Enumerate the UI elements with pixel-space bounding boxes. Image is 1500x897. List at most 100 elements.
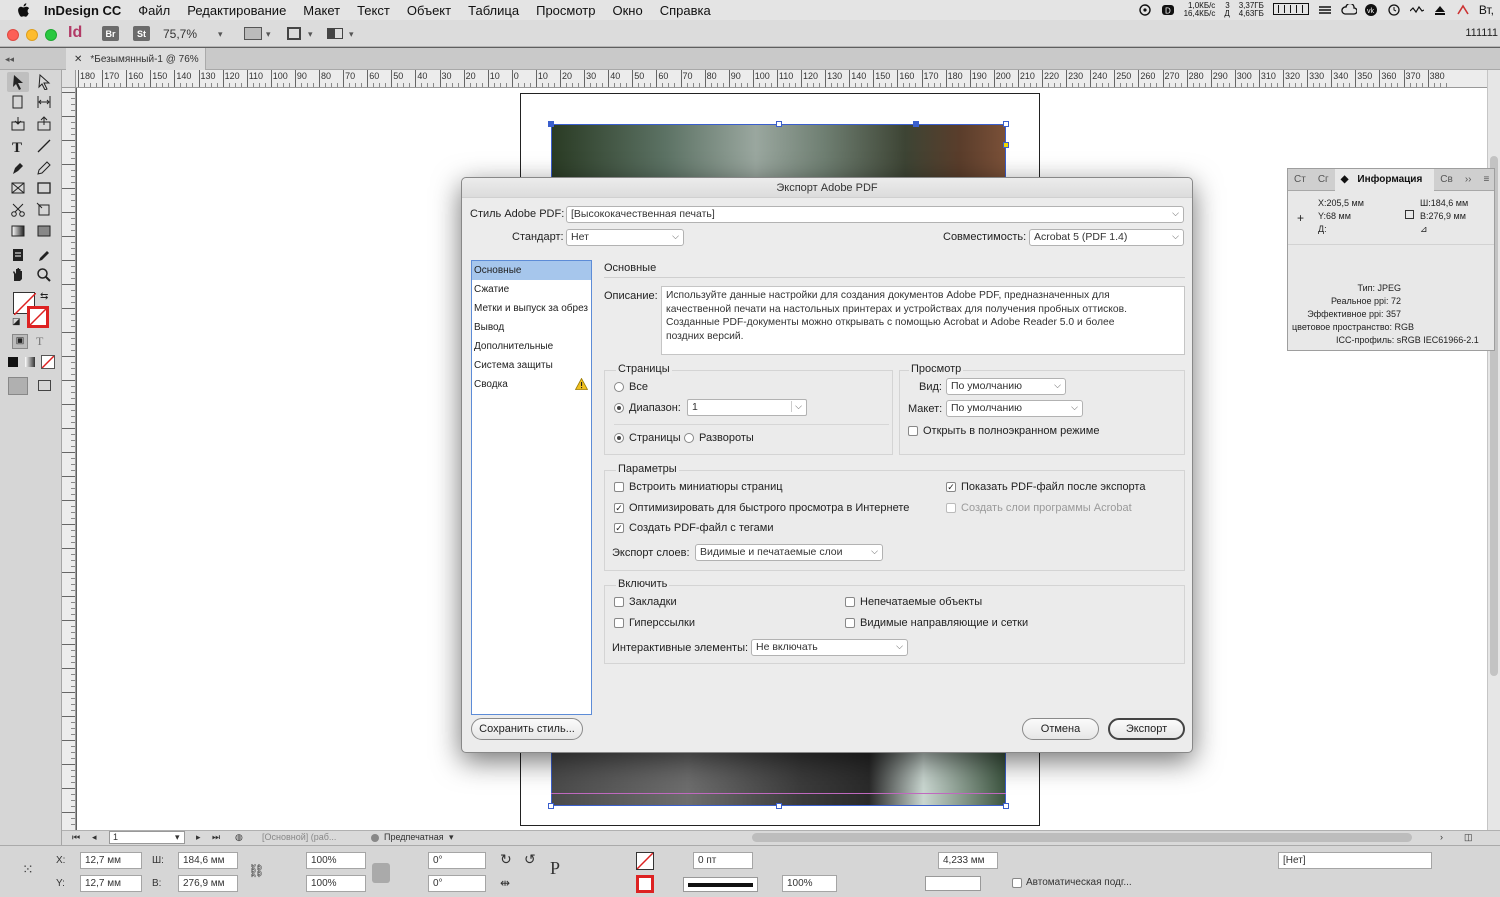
horizontal-scroll-thumb[interactable]: [752, 833, 1412, 842]
export-button[interactable]: Экспорт: [1108, 718, 1185, 740]
collapse-panel-icon[interactable]: ◂◂: [5, 54, 14, 65]
rectangle-frame-tool-icon[interactable]: [7, 178, 29, 198]
height-field[interactable]: 276,9 мм: [178, 875, 238, 892]
pages-mode-radio[interactable]: Страницы: [614, 432, 681, 444]
close-window-button[interactable]: [7, 29, 19, 41]
optimize-web-checkbox[interactable]: ✓ Оптимизировать для быстрого просмотра в…: [614, 502, 909, 514]
reference-point-icon[interactable]: ⁙: [22, 861, 40, 879]
nonprinting-objects-checkbox[interactable]: Непечатаемые объекты: [845, 596, 982, 608]
first-page-icon[interactable]: ⏮: [72, 832, 80, 843]
maximize-window-button[interactable]: [45, 29, 57, 41]
close-tab-icon[interactable]: ✕: [74, 54, 82, 65]
frame-handle[interactable]: [548, 803, 554, 809]
bookmarks-checkbox[interactable]: Закладки: [614, 596, 677, 608]
apple-icon[interactable]: [14, 0, 32, 20]
nav-item-advanced[interactable]: Дополнительные: [472, 337, 591, 356]
pen-tool-icon[interactable]: [7, 158, 29, 178]
lastpass-icon[interactable]: [1456, 4, 1470, 16]
object-style-field[interactable]: [Нет]: [1278, 852, 1432, 869]
selection-tool-icon[interactable]: [7, 72, 29, 92]
formatting-container-icon[interactable]: ▣: [12, 334, 28, 349]
cloud-icon[interactable]: [1341, 2, 1358, 16]
arrange-dropdown-icon[interactable]: ▾: [349, 29, 354, 40]
y-field[interactable]: 12,7 мм: [80, 875, 142, 892]
preflight-dropdown-icon[interactable]: ▾: [449, 832, 454, 843]
compatibility-select[interactable]: Acrobat 5 (PDF 1.4) ⌵: [1029, 229, 1184, 246]
direct-selection-tool-icon[interactable]: [33, 72, 55, 92]
clock-icon[interactable]: [1387, 4, 1401, 16]
ruler-origin[interactable]: [62, 70, 76, 88]
view-after-export-checkbox[interactable]: ✓ Показать PDF-файл после экспорта: [946, 481, 1145, 493]
panel-tab-4[interactable]: Св: [1434, 174, 1459, 185]
width-field[interactable]: 184,6 мм: [178, 852, 238, 869]
menu-help[interactable]: Справка: [660, 3, 711, 18]
gradient-feather-tool-icon[interactable]: [33, 221, 55, 241]
stock-button[interactable]: St: [133, 26, 150, 41]
nav-item-output[interactable]: Вывод: [472, 318, 591, 337]
panel-tab-2[interactable]: Сг: [1312, 174, 1335, 185]
menu-table[interactable]: Таблица: [468, 3, 519, 18]
page-tool-icon[interactable]: [7, 92, 29, 112]
screen-mode-icon[interactable]: [287, 27, 301, 40]
menu-edit[interactable]: Редактирование: [187, 3, 286, 18]
line-tool-icon[interactable]: [33, 136, 55, 156]
hand-tool-icon[interactable]: [7, 265, 29, 285]
bridge-button[interactable]: Br: [102, 26, 119, 41]
d-app-icon[interactable]: D: [1161, 4, 1175, 16]
zoom-dropdown-icon[interactable]: ▾: [218, 29, 223, 40]
frame-handle[interactable]: [776, 121, 782, 127]
free-transform-tool-icon[interactable]: [33, 200, 55, 220]
last-page-icon[interactable]: ⏭: [212, 832, 220, 843]
stroke-swatch[interactable]: [27, 306, 49, 328]
swap-colors-icon[interactable]: ⇆: [40, 291, 48, 302]
split-view-icon[interactable]: ◫: [1464, 832, 1473, 843]
frame-handle[interactable]: [548, 121, 554, 127]
x-field[interactable]: 12,7 мм: [80, 852, 142, 869]
frame-handle[interactable]: [1003, 121, 1009, 127]
page-dropdown-icon[interactable]: ▾: [175, 832, 180, 843]
open-page-icon[interactable]: ◍: [235, 832, 243, 843]
nav-item-marks-bleeds[interactable]: Метки и выпуск за обрез: [472, 299, 591, 318]
vk-icon[interactable]: vk: [1364, 4, 1378, 16]
menu-app-name[interactable]: InDesign CC: [44, 3, 121, 18]
arrange-documents-icon[interactable]: [327, 28, 343, 39]
panel-expand-icon[interactable]: ››: [1459, 174, 1478, 185]
pages-range-radio[interactable]: Диапазон:: [614, 402, 681, 414]
text-p-icon[interactable]: P: [550, 858, 560, 879]
activity-icon[interactable]: [1409, 4, 1425, 16]
pencil-tool-icon[interactable]: [33, 158, 55, 178]
hyperlinks-checkbox[interactable]: Гиперссылки: [614, 617, 695, 629]
broadcast-icon[interactable]: [1138, 4, 1152, 16]
page-number-field[interactable]: 1: [109, 831, 185, 844]
menu-file[interactable]: Файл: [138, 3, 170, 18]
pages-all-radio[interactable]: Все: [614, 381, 648, 393]
type-tool-icon[interactable]: T: [7, 136, 29, 156]
frame-handle[interactable]: [913, 121, 919, 127]
nav-item-summary[interactable]: Сводка: [472, 375, 591, 394]
scissors-tool-icon[interactable]: [7, 200, 29, 220]
rotate-ccw-icon[interactable]: ↺: [524, 851, 536, 868]
panel-menu-icon[interactable]: ≡: [1478, 174, 1496, 185]
rotate-cw-icon[interactable]: ↻: [500, 851, 512, 868]
image-frame-bottom[interactable]: [551, 752, 1006, 806]
master-page-label[interactable]: [Основной] (раб...: [262, 832, 336, 842]
list-icon[interactable]: [1318, 4, 1332, 16]
view-select[interactable]: По умолчанию ⌵: [946, 378, 1066, 395]
content-placer-icon[interactable]: [33, 114, 55, 134]
embed-thumbnails-checkbox[interactable]: Встроить миниатюры страниц: [614, 481, 783, 493]
normal-view-icon[interactable]: [8, 377, 28, 395]
gradient-tool-icon[interactable]: [7, 221, 29, 241]
stroke-weight-field[interactable]: 0 пт: [693, 852, 753, 869]
export-layers-select[interactable]: Видимые и печатаемые слои ⌵: [695, 544, 883, 561]
scale-x-field[interactable]: 100%: [306, 852, 366, 869]
cancel-button[interactable]: Отмена: [1022, 718, 1099, 740]
apply-gradient-icon[interactable]: [25, 357, 35, 367]
menu-layout[interactable]: Макет: [303, 3, 340, 18]
eject-icon[interactable]: [1433, 4, 1447, 16]
document-tab[interactable]: ✕ *Безымянный-1 @ 76%: [66, 48, 206, 70]
menu-type[interactable]: Текст: [357, 3, 390, 18]
gap-tool-icon[interactable]: [33, 92, 55, 112]
visible-guides-checkbox[interactable]: Видимые направляющие и сетки: [845, 617, 1028, 629]
vertical-ruler[interactable]: [62, 88, 76, 830]
autofit-checkbox[interactable]: [1012, 878, 1022, 888]
